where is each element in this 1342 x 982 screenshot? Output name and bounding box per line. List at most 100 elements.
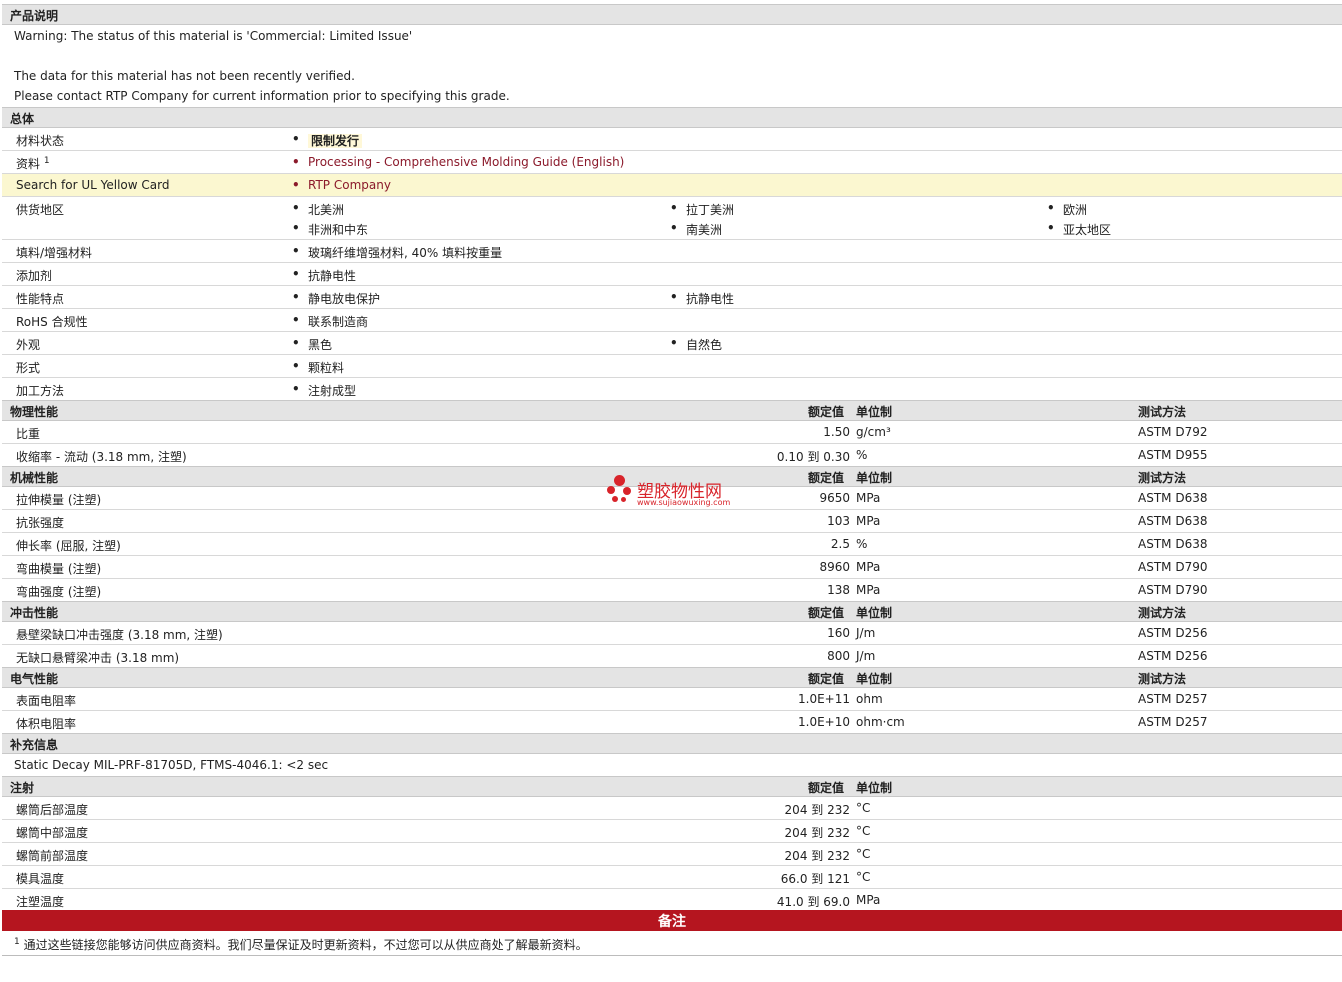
col-nominal: 额定值	[808, 606, 845, 620]
footnote-body: 通过这些链接您能够访问供应商资料。我们尽量保证及时更新资料，不过您可以从供应商处…	[23, 938, 588, 952]
status-badge: 限制发行	[308, 134, 363, 148]
footnote-text: 1 通过这些链接您能够访问供应商资料。我们尽量保证及时更新资料，不过您可以从供应…	[14, 936, 588, 953]
label: 资料 1	[16, 155, 50, 172]
property-unit: °C	[856, 824, 871, 838]
col-nominal: 额定值	[808, 781, 845, 795]
col-unit: 单位制	[856, 471, 893, 485]
row-additive: 添加剂 抗静电性	[2, 263, 1342, 286]
label: 供货地区	[16, 203, 65, 217]
section-header-impact: 冲击性能 额定值 单位制 测试方法	[2, 601, 1342, 622]
col-unit: 单位制	[856, 781, 893, 795]
col-test: 测试方法	[1138, 471, 1187, 485]
property-unit: J/m	[856, 626, 876, 640]
section-title: 物理性能	[10, 405, 59, 419]
row-rohs: RoHS 合规性 联系制造商	[2, 309, 1342, 332]
value: 注射成型	[292, 382, 356, 399]
property-value: 66.0 到 121	[780, 872, 850, 886]
table-row: 无缺口悬臂梁冲击 (3.18 mm) 800 J/m ASTM D256	[2, 645, 1342, 667]
region-item: 欧洲	[1047, 201, 1087, 218]
table-row: 伸长率 (屈服, 注塑) 2.5 % ASTM D638	[2, 533, 1342, 556]
notes-title: 备注	[658, 914, 686, 930]
row-process: 加工方法 注射成型	[2, 378, 1342, 400]
region-item: 北美洲	[292, 201, 344, 218]
property-name: 模具温度	[16, 872, 65, 886]
section-title: 注射	[10, 781, 35, 795]
property-unit: °C	[856, 847, 871, 861]
section-title: 产品说明	[10, 9, 59, 23]
property-test: ASTM D955	[1138, 448, 1208, 462]
property-value: 9650	[819, 491, 850, 505]
value: 限制发行	[292, 132, 363, 149]
property-name: 伸长率 (屈服, 注塑)	[16, 539, 121, 553]
datasheet-page: 产品说明 Warning: The status of this materia…	[0, 0, 1342, 982]
value: 抗静电性	[292, 267, 356, 284]
row-appearance: 外观 黑色 自然色	[2, 332, 1342, 355]
property-name: 无缺口悬臂梁冲击 (3.18 mm)	[16, 651, 180, 665]
label: 外观	[16, 338, 41, 352]
property-unit: MPa	[856, 514, 881, 528]
section-header-injection: 注射 额定值 单位制	[2, 776, 1342, 797]
section-title: 电气性能	[10, 672, 59, 686]
warning-text: Warning: The status of this material is …	[14, 29, 413, 43]
property-unit: °C	[856, 870, 871, 884]
label: RoHS 合规性	[16, 315, 88, 329]
section-header-description: 产品说明	[2, 4, 1342, 25]
property-value: 160	[827, 626, 850, 640]
property-name: 比重	[16, 427, 41, 441]
col-nominal: 额定值	[808, 405, 845, 419]
property-unit: ohm·cm	[856, 715, 905, 729]
property-unit: MPa	[856, 560, 881, 574]
appearance-item: 自然色	[670, 336, 722, 353]
value: 玻璃纤维增强材料, 40% 填料按重量	[292, 244, 502, 261]
section-title: 机械性能	[10, 471, 59, 485]
property-unit: J/m	[856, 649, 876, 663]
table-row: 悬壁梁缺口冲击强度 (3.18 mm, 注塑) 160 J/m ASTM D25…	[2, 622, 1342, 645]
col-unit: 单位制	[856, 606, 893, 620]
property-name: 弯曲模量 (注塑)	[16, 562, 102, 576]
property-value: 138	[827, 583, 850, 597]
row-regions: 供货地区 北美洲 拉丁美洲 欧洲 非洲和中东 南美洲 亚太地区	[2, 197, 1342, 240]
table-row: 表面电阻率 1.0E+11 ohm ASTM D257	[2, 688, 1342, 711]
bottom-divider	[2, 955, 1342, 956]
property-test: ASTM D257	[1138, 715, 1208, 729]
table-row: 收缩率 - 流动 (3.18 mm, 注塑) 0.10 到 0.30 % AST…	[2, 444, 1342, 466]
col-test: 测试方法	[1138, 606, 1187, 620]
label: 添加剂	[16, 269, 53, 283]
property-name: 螺筒后部温度	[16, 803, 89, 817]
col-nominal: 额定值	[808, 672, 845, 686]
section-header-general: 总体	[2, 107, 1342, 128]
property-value: 1.50	[823, 425, 850, 439]
property-unit: MPa	[856, 893, 881, 907]
property-name: 体积电阻率	[16, 717, 77, 731]
property-unit: %	[856, 448, 868, 462]
value: 颗粒料	[292, 359, 344, 376]
property-value: 204 到 232	[784, 826, 850, 840]
molding-guide-link[interactable]: Processing - Comprehensive Molding Guide…	[292, 155, 624, 169]
property-name: 抗张强度	[16, 516, 65, 530]
table-row: 螺筒后部温度 204 到 232 °C	[2, 797, 1342, 820]
col-test: 测试方法	[1138, 405, 1187, 419]
footnote-number: 1	[14, 937, 20, 947]
property-name: 收缩率 - 流动 (3.18 mm, 注塑)	[16, 450, 187, 464]
property-test: ASTM D790	[1138, 583, 1208, 597]
section-header-electrical: 电气性能 额定值 单位制 测试方法	[2, 667, 1342, 688]
label: 加工方法	[16, 384, 65, 398]
property-test: ASTM D256	[1138, 649, 1208, 663]
col-nominal: 额定值	[808, 471, 845, 485]
feature-item: 抗静电性	[670, 290, 734, 307]
property-value: 204 到 232	[784, 803, 850, 817]
table-row: 弯曲模量 (注塑) 8960 MPa ASTM D790	[2, 556, 1342, 579]
property-value: 0.10 到 0.30	[776, 450, 850, 464]
rtp-company-link[interactable]: RTP Company	[292, 178, 391, 192]
row-ul-card: Search for UL Yellow Card RTP Company	[2, 174, 1342, 197]
value: 联系制造商	[292, 313, 368, 330]
property-value: 2.5	[830, 537, 850, 551]
property-name: 拉伸模量 (注塑)	[16, 493, 102, 507]
label: Search for UL Yellow Card	[16, 178, 170, 192]
property-value: 800	[827, 649, 850, 663]
watermark-url: www.sujiaowuxing.com	[637, 498, 731, 507]
region-item: 亚太地区	[1047, 221, 1111, 238]
property-test: ASTM D638	[1138, 491, 1208, 505]
contact-text: Please contact RTP Company for current i…	[14, 89, 510, 103]
table-row: 弯曲强度 (注塑) 138 MPa ASTM D790	[2, 579, 1342, 601]
